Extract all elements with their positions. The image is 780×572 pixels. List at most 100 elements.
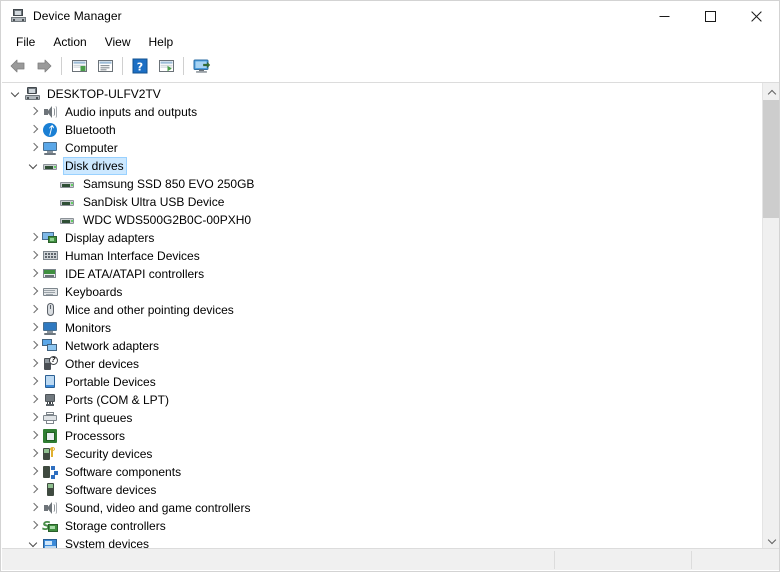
tree-node-storage-controllers[interactable]: S Storage controllers <box>2 517 759 535</box>
chevron-right-icon[interactable] <box>26 518 42 534</box>
tree-node-label: Monitors <box>65 321 112 335</box>
chevron-right-icon[interactable] <box>26 248 42 264</box>
display-adapter-icon <box>42 230 58 246</box>
tree-node-label: Keyboards <box>65 285 123 299</box>
portable-device-icon <box>42 374 58 390</box>
tree-node-label: Display adapters <box>65 231 155 245</box>
tree-node-label: Security devices <box>65 447 153 461</box>
menu-view[interactable]: View <box>96 32 140 52</box>
tree-node-sandisk-ultra[interactable]: SanDisk Ultra USB Device <box>2 193 759 211</box>
tree-node-other-devices[interactable]: ? Other devices <box>2 355 759 373</box>
chevron-right-icon[interactable] <box>26 464 42 480</box>
tree-node-bluetooth[interactable]: ᛏ Bluetooth <box>2 121 759 139</box>
tree-node-keyboards[interactable]: Keyboards <box>2 283 759 301</box>
tree-node-label: Audio inputs and outputs <box>65 105 198 119</box>
close-button[interactable] <box>733 1 779 31</box>
chevron-right-icon[interactable] <box>26 392 42 408</box>
window-title: Device Manager <box>33 9 122 23</box>
chevron-right-icon[interactable] <box>26 446 42 462</box>
tree-node-human-interface-devices[interactable]: Human Interface Devices <box>2 247 759 265</box>
status-bar <box>2 548 779 570</box>
tree-node-wdc-drive[interactable]: WDC WDS500G2B0C-00PXH0 <box>2 211 759 229</box>
other-device-icon: ? <box>42 356 58 372</box>
tree-node-software-devices[interactable]: Software devices <box>2 481 759 499</box>
menu-file[interactable]: File <box>7 32 44 52</box>
chevron-right-icon[interactable] <box>26 320 42 336</box>
bluetooth-icon: ᛏ <box>42 122 58 138</box>
title-bar: Device Manager <box>1 1 779 31</box>
network-adapter-icon <box>42 338 58 354</box>
close-icon <box>750 10 762 22</box>
show-hidden-devices-button[interactable] <box>66 54 92 78</box>
chevron-right-icon[interactable] <box>26 410 42 426</box>
tree-node-label: IDE ATA/ATAPI controllers <box>65 267 205 281</box>
chevron-right-icon[interactable] <box>26 230 42 246</box>
forward-arrow-icon <box>37 59 52 73</box>
chevron-right-icon[interactable] <box>26 374 42 390</box>
keyboard-icon <box>42 284 58 300</box>
monitor-icon <box>42 320 58 336</box>
tree-node-sound-video-and-game-controllers[interactable]: Sound, video and game controllers <box>2 499 759 517</box>
chevron-right-icon[interactable] <box>26 428 42 444</box>
chevron-right-icon[interactable] <box>26 122 42 138</box>
scroll-up-arrow[interactable] <box>763 83 779 100</box>
menu-help[interactable]: Help <box>140 32 183 52</box>
tree-node-label: DESKTOP-ULFV2TV <box>47 87 161 101</box>
computer-icon <box>42 140 58 156</box>
properties-button[interactable] <box>92 54 118 78</box>
tree-node-ide-ata-atapi-controllers[interactable]: IDE ATA/ATAPI controllers <box>2 265 759 283</box>
maximize-button[interactable] <box>687 1 733 31</box>
tree-node-samsung-ssd[interactable]: Samsung SSD 850 EVO 250GB <box>2 175 759 193</box>
chevron-down-icon[interactable] <box>26 158 42 174</box>
tree-node-label: Portable Devices <box>65 375 156 389</box>
scrollbar-thumb[interactable] <box>763 100 779 218</box>
chevron-right-icon[interactable] <box>26 482 42 498</box>
tree-node-display-adapters[interactable]: Display adapters <box>2 229 759 247</box>
scroll-down-arrow[interactable] <box>763 532 779 549</box>
chevron-right-icon[interactable] <box>26 356 42 372</box>
device-tree[interactable]: DESKTOP-ULFV2TV Audio inputs and outputs… <box>2 85 759 549</box>
hid-icon <box>42 248 58 264</box>
tree-node-processors[interactable]: Processors <box>2 427 759 445</box>
minimize-button[interactable] <box>641 1 687 31</box>
tree-node-network-adapters[interactable]: Network adapters <box>2 337 759 355</box>
chevron-right-icon[interactable] <box>26 338 42 354</box>
update-driver-button[interactable] <box>153 54 179 78</box>
chevron-right-icon[interactable] <box>26 500 42 516</box>
tree-node-mice-and-other-pointing-devices[interactable]: Mice and other pointing devices <box>2 301 759 319</box>
tree-node-label: Human Interface Devices <box>65 249 200 263</box>
tree-node-disk-drives[interactable]: Disk drives <box>2 157 759 175</box>
chevron-right-icon[interactable] <box>26 104 42 120</box>
chevron-down-icon[interactable] <box>8 86 24 102</box>
tree-node-label: WDC WDS500G2B0C-00PXH0 <box>83 213 252 227</box>
back-button[interactable] <box>5 54 31 78</box>
chevron-right-icon[interactable] <box>26 284 42 300</box>
tree-node-monitors[interactable]: Monitors <box>2 319 759 337</box>
chevron-right-icon[interactable] <box>26 140 42 156</box>
toolbar-separator <box>122 57 123 75</box>
tree-node-root[interactable]: DESKTOP-ULFV2TV <box>2 85 759 103</box>
tree-node-label: Network adapters <box>65 339 160 353</box>
help-button[interactable]: ? <box>127 54 153 78</box>
scan-for-hardware-changes-button[interactable] <box>188 54 214 78</box>
chevron-right-icon[interactable] <box>26 266 42 282</box>
menu-action[interactable]: Action <box>44 32 95 52</box>
tree-node-label: Computer <box>65 141 118 155</box>
mouse-icon <box>42 302 58 318</box>
disk-drive-icon <box>42 158 58 174</box>
chevron-right-icon[interactable] <box>26 302 42 318</box>
tree-node-security-devices[interactable]: Security devices <box>2 445 759 463</box>
minimize-icon <box>659 15 669 17</box>
tree-node-portable-devices[interactable]: Portable Devices <box>2 373 759 391</box>
tree-node-computer[interactable]: Computer <box>2 139 759 157</box>
tree-node-software-components[interactable]: Software components <box>2 463 759 481</box>
tree-node-label: Samsung SSD 850 EVO 250GB <box>83 177 255 191</box>
status-divider <box>691 551 692 569</box>
tree-node-audio-inputs-and-outputs[interactable]: Audio inputs and outputs <box>2 103 759 121</box>
panel-green-icon <box>71 60 87 72</box>
vertical-scrollbar[interactable] <box>762 83 779 549</box>
tree-node-ports[interactable]: Ports (COM & LPT) <box>2 391 759 409</box>
tree-node-print-queues[interactable]: Print queues <box>2 409 759 427</box>
tree-node-label: Mice and other pointing devices <box>65 303 234 317</box>
forward-button[interactable] <box>31 54 57 78</box>
